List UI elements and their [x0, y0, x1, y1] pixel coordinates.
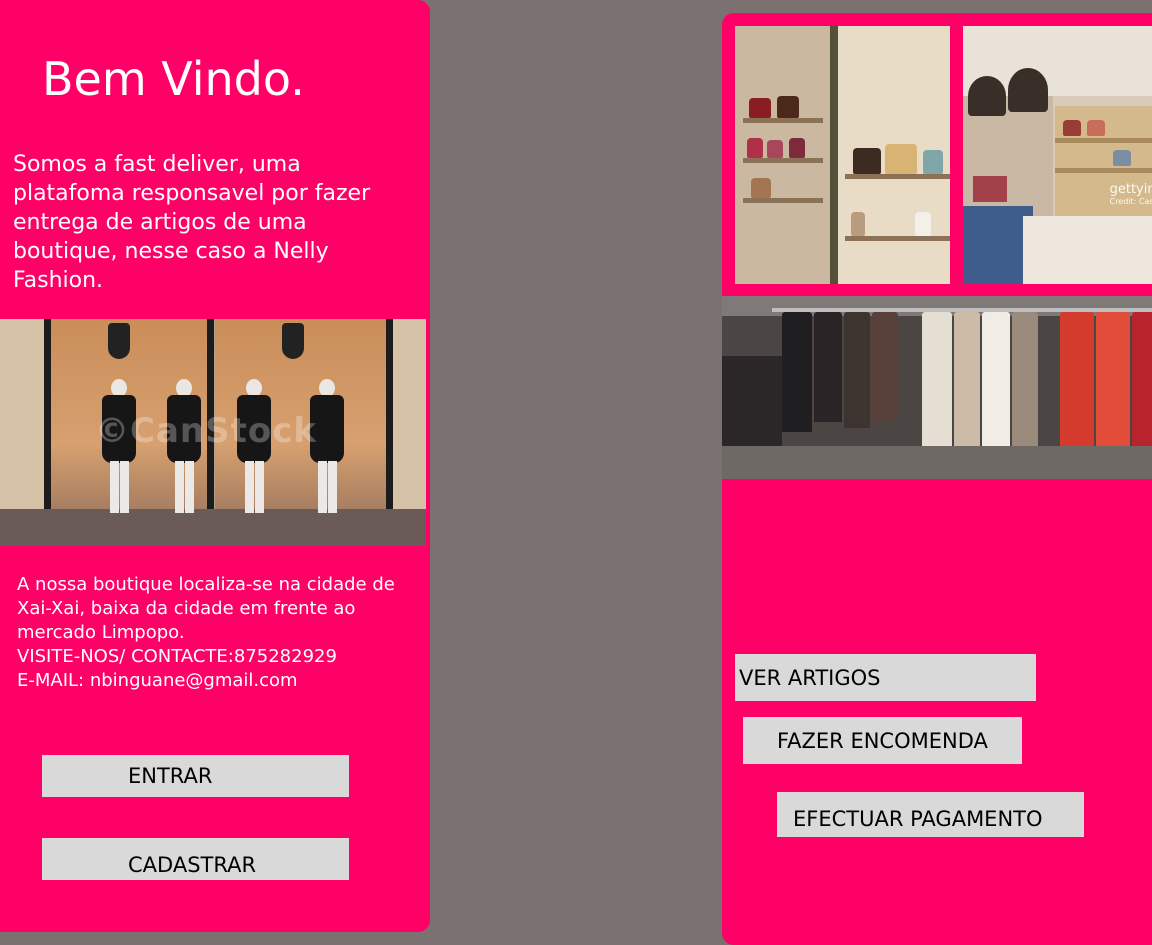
contact-text: VISITE-NOS/ CONTACTE:875282929 [17, 646, 337, 667]
storefront-image: ©CanStock [0, 319, 426, 546]
intro-text: Somos a fast deliver, uma platafoma resp… [13, 152, 371, 293]
page-title: Bem Vindo. [42, 52, 305, 106]
efectuar-pagamento-button[interactable]: EFECTUAR PAGAMENTO [777, 792, 1084, 837]
clothing-racks-image [722, 296, 1152, 479]
menu-panel: gettyima Credit: Caso VER ARTIGOS FAZER … [722, 13, 1152, 945]
photo-credit: Credit: Caso [1109, 197, 1152, 206]
getty-watermark-text: gettyima [1109, 182, 1152, 197]
stock-watermark: ©CanStock [95, 411, 317, 451]
ver-artigos-button[interactable]: VER ARTIGOS [735, 654, 1036, 701]
location-text: A nossa boutique localiza-se na cidade d… [17, 574, 395, 643]
welcome-panel: Bem Vindo. Somos a fast deliver, uma pla… [0, 0, 430, 932]
boutique-info: A nossa boutique localiza-se na cidade d… [17, 573, 417, 693]
getty-watermark: gettyima Credit: Caso [1109, 182, 1152, 208]
boutique-shelves-image: gettyima Credit: Caso [963, 26, 1152, 284]
fazer-encomenda-button[interactable]: FAZER ENCOMENDA [743, 717, 1022, 764]
email-text: E-MAIL: nbinguane@gmail.com [17, 670, 298, 691]
entrar-button[interactable]: ENTRAR [42, 755, 349, 797]
cadastrar-button[interactable]: CADASTRAR [42, 838, 349, 880]
boutique-interior-image [735, 26, 950, 284]
